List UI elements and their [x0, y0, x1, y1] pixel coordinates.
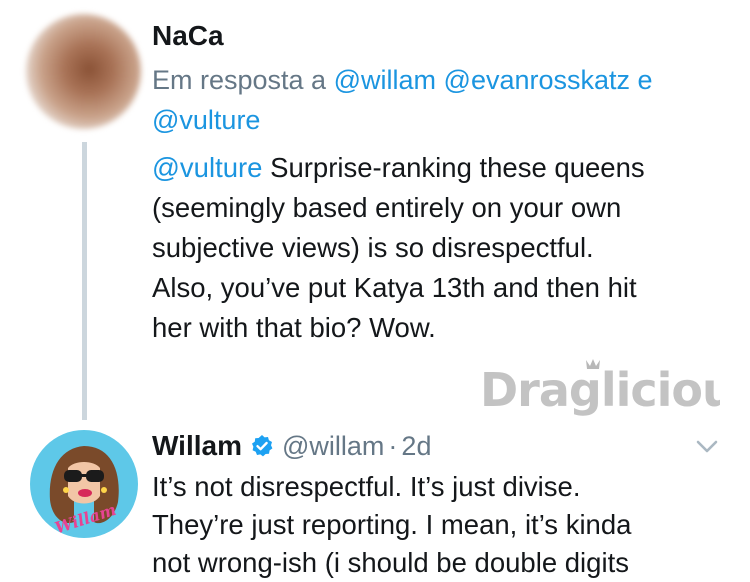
tweet-timestamp[interactable]: 2d — [401, 431, 431, 462]
tweet-line: @vulture Surprise-ranking these queens — [152, 148, 722, 188]
verified-badge-icon — [250, 434, 274, 458]
tweet-text: @vulture Surprise-ranking these queens (… — [152, 148, 722, 348]
tweet-line: subjective views) is so disrespectful. — [152, 232, 594, 263]
tweet-line: (seemingly based entirely on your own — [152, 192, 622, 223]
avatar-willam[interactable]: Willam — [30, 430, 138, 538]
tweet-line: Also, you’ve put Katya 13th and then hit — [152, 272, 637, 303]
reply-joiner: e — [637, 65, 653, 95]
watermark-logo: Draglicious — [480, 352, 750, 422]
mention-link[interactable]: @vulture — [152, 105, 260, 135]
separator-dot: · — [388, 430, 398, 461]
thread-connector-line — [82, 142, 87, 420]
tweet-line: not wrong-ish (i should be double digits — [152, 547, 629, 578]
reply-prefix: Em resposta a — [152, 65, 327, 95]
author-handle[interactable]: @willam — [282, 431, 384, 462]
tweet-line: her with that bio? Wow. — [152, 312, 436, 343]
author-name[interactable]: Willam — [152, 430, 242, 462]
reply-context: Em resposta a @willam @evanrosskatz e @v… — [152, 60, 712, 140]
tweet-line-text: Surprise-ranking these queens — [262, 152, 645, 183]
chevron-down-icon[interactable] — [693, 432, 721, 460]
watermark-text: Draglicious — [480, 363, 720, 417]
tweet-line: It’s not disrespectful. It’s just divise… — [152, 471, 581, 502]
avatar-naca[interactable] — [26, 14, 141, 129]
mention-link[interactable]: @vulture — [152, 152, 262, 183]
mention-link[interactable]: @willam — [334, 65, 436, 95]
tweet-line: They’re just reporting. I mean, it’s kin… — [152, 509, 632, 540]
mention-link[interactable]: @evanrosskatz — [444, 65, 630, 95]
author-name[interactable]: NaCa — [152, 20, 224, 52]
tweet-header: Willam @willam · 2d — [152, 428, 431, 464]
tweet-text: It’s not disrespectful. It’s just divise… — [152, 468, 742, 582]
